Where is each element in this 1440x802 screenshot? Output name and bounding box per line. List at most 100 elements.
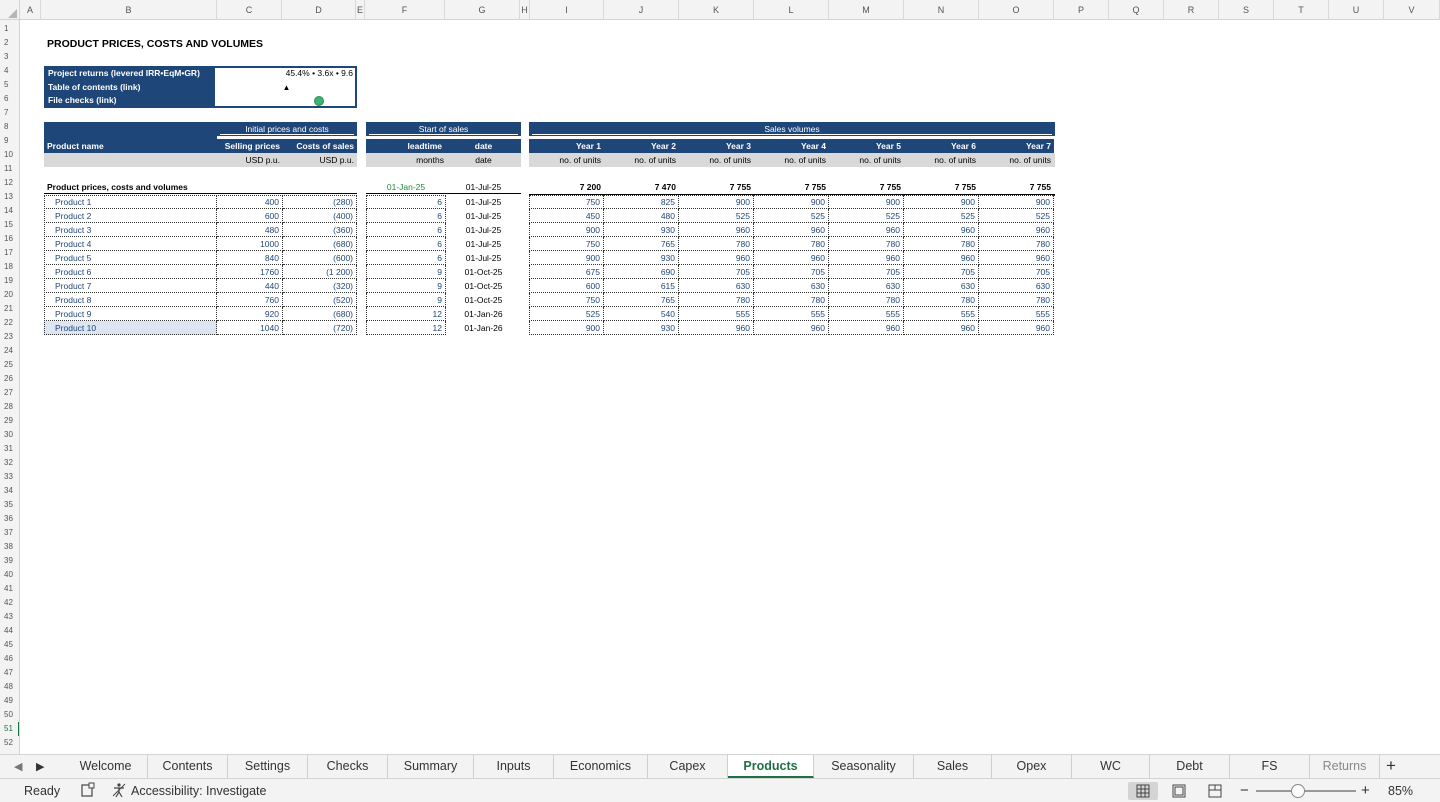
product-name-cell[interactable]: Product 10 [44, 321, 217, 335]
tab-economics[interactable]: Economics [554, 755, 648, 778]
volume-cell[interactable]: 900 [529, 223, 604, 237]
volume-cell[interactable]: 705 [904, 265, 979, 279]
column-header-i[interactable]: I [530, 0, 604, 20]
volume-cell[interactable]: 525 [904, 209, 979, 223]
volume-cell[interactable]: 750 [529, 293, 604, 307]
cost-of-sales-cell[interactable]: (280) [283, 195, 357, 209]
column-header-f[interactable]: F [365, 0, 445, 20]
volume-cell[interactable]: 960 [754, 251, 829, 265]
row-header-46[interactable]: 46 [0, 652, 19, 666]
volume-cell[interactable]: 960 [904, 223, 979, 237]
tab-contents[interactable]: Contents [148, 755, 228, 778]
row-header-7[interactable]: 7 [0, 106, 19, 120]
row-header-40[interactable]: 40 [0, 568, 19, 582]
volume-cell[interactable]: 630 [754, 279, 829, 293]
row-header-10[interactable]: 10 [0, 148, 19, 162]
volume-cell[interactable]: 960 [829, 223, 904, 237]
tab-returns[interactable]: Returns [1310, 755, 1380, 778]
volume-cell[interactable]: 825 [604, 195, 679, 209]
tab-products[interactable]: Products [728, 755, 814, 778]
zoom-out-button[interactable]: − [1240, 782, 1249, 799]
row-header-1[interactable]: 1 [0, 22, 19, 36]
product-name-cell[interactable]: Product 4 [44, 237, 217, 251]
row-header-15[interactable]: 15 [0, 218, 19, 232]
volume-cell[interactable]: 705 [829, 265, 904, 279]
row-header-51[interactable]: 51 [0, 722, 19, 736]
row-header-11[interactable]: 11 [0, 162, 19, 176]
volume-cell[interactable]: 780 [754, 237, 829, 251]
selling-price-cell[interactable]: 920 [217, 307, 283, 321]
cost-of-sales-cell[interactable]: (520) [283, 293, 357, 307]
row-header-19[interactable]: 19 [0, 274, 19, 288]
leadtime-cell[interactable]: 9 [366, 265, 446, 279]
file-checks-link-label[interactable]: File checks (link) [45, 94, 215, 107]
column-header-s[interactable]: S [1219, 0, 1274, 20]
selling-price-cell[interactable]: 1040 [217, 321, 283, 335]
volume-cell[interactable]: 705 [754, 265, 829, 279]
volume-cell[interactable]: 930 [604, 223, 679, 237]
volume-cell[interactable]: 630 [979, 279, 1054, 293]
row-header-20[interactable]: 20 [0, 288, 19, 302]
selling-price-cell[interactable]: 1000 [217, 237, 283, 251]
column-header-q[interactable]: Q [1109, 0, 1164, 20]
row-header-9[interactable]: 9 [0, 134, 19, 148]
volume-cell[interactable]: 555 [979, 307, 1054, 321]
volume-cell[interactable]: 780 [904, 293, 979, 307]
column-header-c[interactable]: C [217, 0, 282, 20]
select-all-corner[interactable] [0, 0, 20, 20]
row-header-32[interactable]: 32 [0, 456, 19, 470]
volume-cell[interactable]: 960 [979, 321, 1054, 335]
toc-up-arrow-icon[interactable]: ▲ [217, 81, 356, 95]
volume-cell[interactable]: 960 [904, 251, 979, 265]
volume-cell[interactable]: 555 [904, 307, 979, 321]
volume-cell[interactable]: 900 [754, 195, 829, 209]
column-header-m[interactable]: M [829, 0, 904, 20]
column-header-p[interactable]: P [1054, 0, 1109, 20]
accessibility-status[interactable]: Accessibility: Investigate [131, 784, 266, 798]
row-header-30[interactable]: 30 [0, 428, 19, 442]
page-layout-view-button[interactable] [1164, 782, 1194, 800]
tab-seasonality[interactable]: Seasonality [814, 755, 914, 778]
leadtime-cell[interactable]: 6 [366, 223, 446, 237]
column-header-o[interactable]: O [979, 0, 1054, 20]
row-header-5[interactable]: 5 [0, 78, 19, 92]
row-header-43[interactable]: 43 [0, 610, 19, 624]
macro-record-icon[interactable] [80, 782, 96, 801]
leadtime-cell[interactable]: 6 [366, 237, 446, 251]
column-header-u[interactable]: U [1329, 0, 1384, 20]
leadtime-cell[interactable]: 6 [366, 195, 446, 209]
volume-cell[interactable]: 540 [604, 307, 679, 321]
volume-cell[interactable]: 450 [529, 209, 604, 223]
volume-cell[interactable]: 960 [679, 321, 754, 335]
row-header-34[interactable]: 34 [0, 484, 19, 498]
volume-cell[interactable]: 780 [679, 293, 754, 307]
cost-of-sales-cell[interactable]: (600) [283, 251, 357, 265]
cost-of-sales-cell[interactable]: (680) [283, 307, 357, 321]
accessibility-icon[interactable] [111, 782, 127, 801]
cost-of-sales-cell[interactable]: (1 200) [283, 265, 357, 279]
volume-cell[interactable]: 900 [829, 195, 904, 209]
volume-cell[interactable]: 960 [829, 251, 904, 265]
product-name-cell[interactable]: Product 7 [44, 279, 217, 293]
tab-checks[interactable]: Checks [308, 755, 388, 778]
volume-cell[interactable]: 960 [754, 321, 829, 335]
tab-scroll-right-icon[interactable]: ▶ [36, 760, 44, 773]
row-header-35[interactable]: 35 [0, 498, 19, 512]
cost-of-sales-cell[interactable]: (360) [283, 223, 357, 237]
volume-cell[interactable]: 780 [979, 293, 1054, 307]
row-header-33[interactable]: 33 [0, 470, 19, 484]
row-header-39[interactable]: 39 [0, 554, 19, 568]
volume-cell[interactable]: 555 [829, 307, 904, 321]
volume-cell[interactable]: 615 [604, 279, 679, 293]
volume-cell[interactable]: 765 [604, 293, 679, 307]
column-header-b[interactable]: B [41, 0, 217, 20]
volume-cell[interactable]: 675 [529, 265, 604, 279]
row-header-6[interactable]: 6 [0, 92, 19, 106]
page-break-view-button[interactable] [1200, 782, 1230, 800]
tab-summary[interactable]: Summary [388, 755, 474, 778]
row-header-28[interactable]: 28 [0, 400, 19, 414]
product-name-cell[interactable]: Product 9 [44, 307, 217, 321]
row-header-13[interactable]: 13 [0, 190, 19, 204]
product-name-cell[interactable]: Product 3 [44, 223, 217, 237]
volume-cell[interactable]: 630 [829, 279, 904, 293]
